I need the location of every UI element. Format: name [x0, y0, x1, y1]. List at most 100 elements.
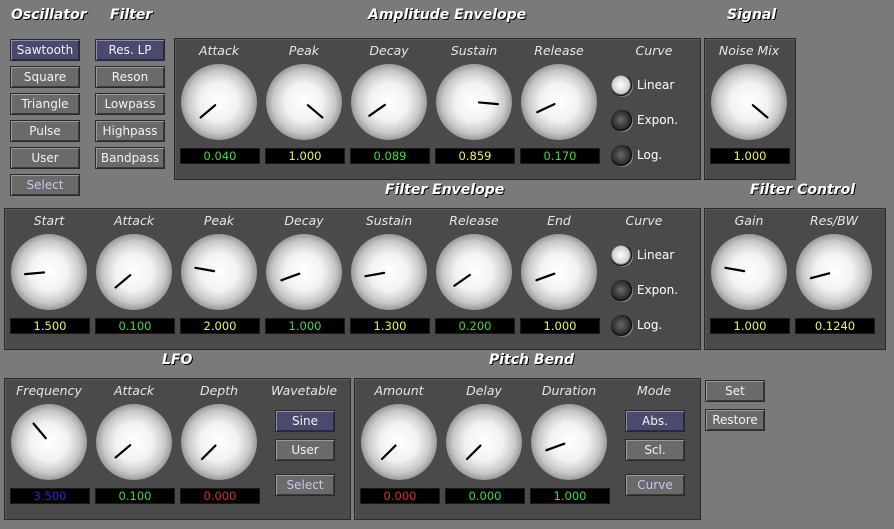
fctl-gain-knob[interactable]: [711, 234, 787, 310]
osc-square-button[interactable]: Square: [10, 66, 80, 88]
fenv-release-label: Release: [449, 213, 499, 228]
pb-amount-label: Amount: [374, 383, 424, 398]
amp-attack-label: Attack: [198, 43, 240, 58]
lfo-depth-value: 0.000: [180, 488, 260, 504]
amp-curve-expon-label: Expon.: [637, 113, 679, 127]
amp-decay-knob[interactable]: [351, 64, 427, 140]
osc-select-button[interactable]: Select: [10, 174, 80, 196]
signal-noise-mix-label: Noise Mix: [718, 43, 780, 58]
lfo-frequency-knob[interactable]: [11, 404, 87, 480]
pb-duration-label: Duration: [541, 383, 597, 398]
amp-curve-log-label: Log.: [637, 148, 663, 162]
fenv-start-value: 1.500: [10, 318, 90, 334]
fenv-curve-expon-radio[interactable]: [611, 280, 633, 302]
filter-control-header: Filter Control: [750, 182, 855, 198]
oscillator-header: Oscillator: [11, 7, 87, 23]
lfo-frequency-value: 3.500: [10, 488, 90, 504]
fctl-res-bw-value: 0.1240: [795, 318, 875, 334]
fctl-res-bw-label: Res/BW: [809, 213, 859, 228]
fenv-decay-label: Decay: [284, 213, 324, 228]
pb-duration-knob[interactable]: [531, 404, 607, 480]
fenv-curve-log-radio[interactable]: [611, 315, 633, 337]
fenv-peak-value: 2.000: [180, 318, 260, 334]
lfo-attack-value: 0.100: [95, 488, 175, 504]
mode-scl-button[interactable]: Scl.: [625, 439, 685, 461]
filter-highpass-button[interactable]: Highpass: [95, 120, 165, 142]
amp-curve-log-radio[interactable]: [611, 145, 633, 167]
mode-label: Mode: [636, 383, 672, 398]
fenv-sustain-value: 1.300: [350, 318, 430, 334]
fenv-start-knob[interactable]: [11, 234, 87, 310]
pb-amount-knob[interactable]: [361, 404, 437, 480]
fenv-curve-linear-label: Linear: [637, 248, 675, 262]
amp-peak-label: Peak: [288, 43, 320, 58]
amp-curve-expon-radio[interactable]: [611, 110, 633, 132]
osc-triangle-button[interactable]: Triangle: [10, 93, 80, 115]
fenv-decay-value: 1.000: [265, 318, 345, 334]
fenv-release-value: 0.200: [435, 318, 515, 334]
amp-curve-linear-radio[interactable]: [611, 75, 633, 97]
amp-curve-label: Curve: [635, 43, 673, 58]
fenv-end-label: End: [547, 213, 571, 228]
fctl-res-bw-knob[interactable]: [796, 234, 872, 310]
osc-user-button[interactable]: User: [10, 147, 80, 169]
lfo-attack-knob[interactable]: [96, 404, 172, 480]
pb-delay-value: 0.000: [445, 488, 525, 504]
fenv-end-value: 1.000: [520, 318, 600, 334]
filter-lowpass-button[interactable]: Lowpass: [95, 93, 165, 115]
filter-header: Filter: [110, 7, 153, 23]
wavetable-select-button[interactable]: Select: [275, 474, 335, 496]
set-button[interactable]: Set: [705, 380, 765, 402]
lfo-depth-label: Depth: [199, 383, 239, 398]
osc-sawtooth-button[interactable]: Sawtooth: [10, 39, 80, 61]
wavetable-user-button[interactable]: User: [275, 439, 335, 461]
fenv-sustain-knob[interactable]: [351, 234, 427, 310]
fenv-end-knob[interactable]: [521, 234, 597, 310]
pb-amount-value: 0.000: [360, 488, 440, 504]
amp-release-label: Release: [534, 43, 584, 58]
amp-sustain-value: 0.859: [435, 148, 515, 164]
filter-reslp-button[interactable]: Res. LP: [95, 39, 165, 61]
amp-sustain-knob[interactable]: [436, 64, 512, 140]
fenv-peak-knob[interactable]: [181, 234, 257, 310]
pb-duration-value: 1.000: [530, 488, 610, 504]
restore-button[interactable]: Restore: [705, 409, 765, 431]
fenv-attack-value: 0.100: [95, 318, 175, 334]
fctl-gain-value: 1.000: [710, 318, 790, 334]
pb-delay-knob[interactable]: [446, 404, 522, 480]
fenv-release-knob[interactable]: [436, 234, 512, 310]
amp-sustain-label: Sustain: [450, 43, 498, 58]
amp-attack-knob[interactable]: [181, 64, 257, 140]
amplitude-envelope-header: Amplitude Envelope: [368, 7, 527, 23]
lfo-header: LFO: [162, 352, 193, 368]
osc-pulse-button[interactable]: Pulse: [10, 120, 80, 142]
filter-bandpass-button[interactable]: Bandpass: [95, 147, 165, 169]
amp-decay-value: 0.089: [350, 148, 430, 164]
fenv-curve-log-label: Log.: [637, 318, 663, 332]
wavetable-label: Wavetable: [270, 383, 338, 398]
mode-abs-button[interactable]: Abs.: [625, 410, 685, 432]
signal-noise-mix-value: 1.000: [710, 148, 790, 164]
filter-reson-button[interactable]: Reson: [95, 66, 165, 88]
lfo-attack-label: Attack: [113, 383, 155, 398]
lfo-frequency-label: Frequency: [16, 383, 82, 398]
mode-curve-button[interactable]: Curve: [625, 474, 685, 496]
signal-header: Signal: [727, 7, 777, 23]
amp-curve-linear-label: Linear: [637, 78, 675, 92]
wavetable-sine-button[interactable]: Sine: [275, 410, 335, 432]
pb-delay-label: Delay: [466, 383, 502, 398]
amp-peak-knob[interactable]: [266, 64, 342, 140]
fenv-peak-label: Peak: [203, 213, 235, 228]
fenv-attack-label: Attack: [113, 213, 155, 228]
amp-release-knob[interactable]: [521, 64, 597, 140]
amp-attack-value: 0.040: [180, 148, 260, 164]
fenv-decay-knob[interactable]: [266, 234, 342, 310]
fenv-curve-linear-radio[interactable]: [611, 245, 633, 267]
fenv-sustain-label: Sustain: [365, 213, 413, 228]
amp-decay-label: Decay: [369, 43, 409, 58]
signal-noise-mix-knob[interactable]: [711, 64, 787, 140]
fenv-curve-expon-label: Expon.: [637, 283, 679, 297]
fenv-attack-knob[interactable]: [96, 234, 172, 310]
amp-peak-value: 1.000: [265, 148, 345, 164]
lfo-depth-knob[interactable]: [181, 404, 257, 480]
